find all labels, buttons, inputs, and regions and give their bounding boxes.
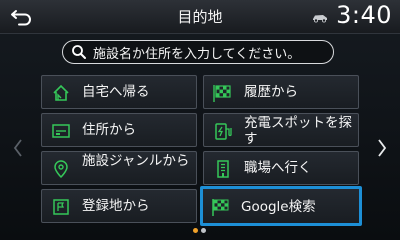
page-dot-inactive [201, 228, 206, 233]
facility-category-button[interactable]: 施設ジャンルから [41, 151, 197, 185]
registered-places-button[interactable]: 登録地から [41, 189, 197, 223]
page-left-arrow-icon[interactable] [12, 138, 24, 158]
page-indicator [192, 228, 208, 234]
checkered-flag-icon [212, 199, 229, 216]
history-button[interactable]: 履歴から [203, 75, 359, 109]
home-label: 自宅へ帰る [82, 84, 150, 100]
page-right-arrow-icon[interactable] [376, 138, 388, 158]
page-dot-active [193, 228, 198, 233]
charging-station-icon [215, 123, 232, 140]
address-button[interactable]: 住所から [41, 113, 197, 147]
home-button[interactable]: 自宅へ帰る [41, 75, 197, 109]
back-button[interactable] [6, 4, 38, 30]
search-input[interactable]: 施設名か住所を入力してください。 [62, 40, 334, 64]
registered-places-icon [53, 199, 69, 215]
clock: 3:40 [336, 1, 392, 29]
search-icon [72, 45, 86, 59]
history-label: 履歴から [244, 84, 298, 100]
car-icon [313, 15, 327, 23]
office-building-icon [217, 160, 229, 178]
back-arrow-icon [11, 10, 31, 26]
page-title: 目的地 [177, 8, 223, 26]
work-label: 職場へ行く [244, 160, 312, 176]
search-placeholder: 施設名か住所を入力してください。 [93, 46, 301, 62]
google-search-label: Google検索 [241, 199, 316, 215]
charging-spot-label: 充電スポットを探す [244, 115, 352, 147]
home-icon [53, 84, 69, 101]
google-search-button[interactable]: Google検索 [200, 186, 362, 226]
facility-category-label: 施設ジャンルから [82, 153, 190, 169]
location-pin-icon [54, 160, 68, 179]
charging-spot-button[interactable]: 充電スポットを探す [203, 113, 359, 147]
address-label: 住所から [82, 122, 136, 138]
history-flag-icon [213, 85, 231, 102]
address-card-icon [52, 124, 70, 138]
registered-places-label: 登録地から [82, 198, 150, 214]
work-button[interactable]: 職場へ行く [203, 151, 359, 185]
destination-screen: 目的地 3:40 施設名か住所を入力してください。 自宅へ帰る 履歴から 住所か… [0, 0, 400, 240]
header-bar: 目的地 3:40 [0, 0, 400, 34]
